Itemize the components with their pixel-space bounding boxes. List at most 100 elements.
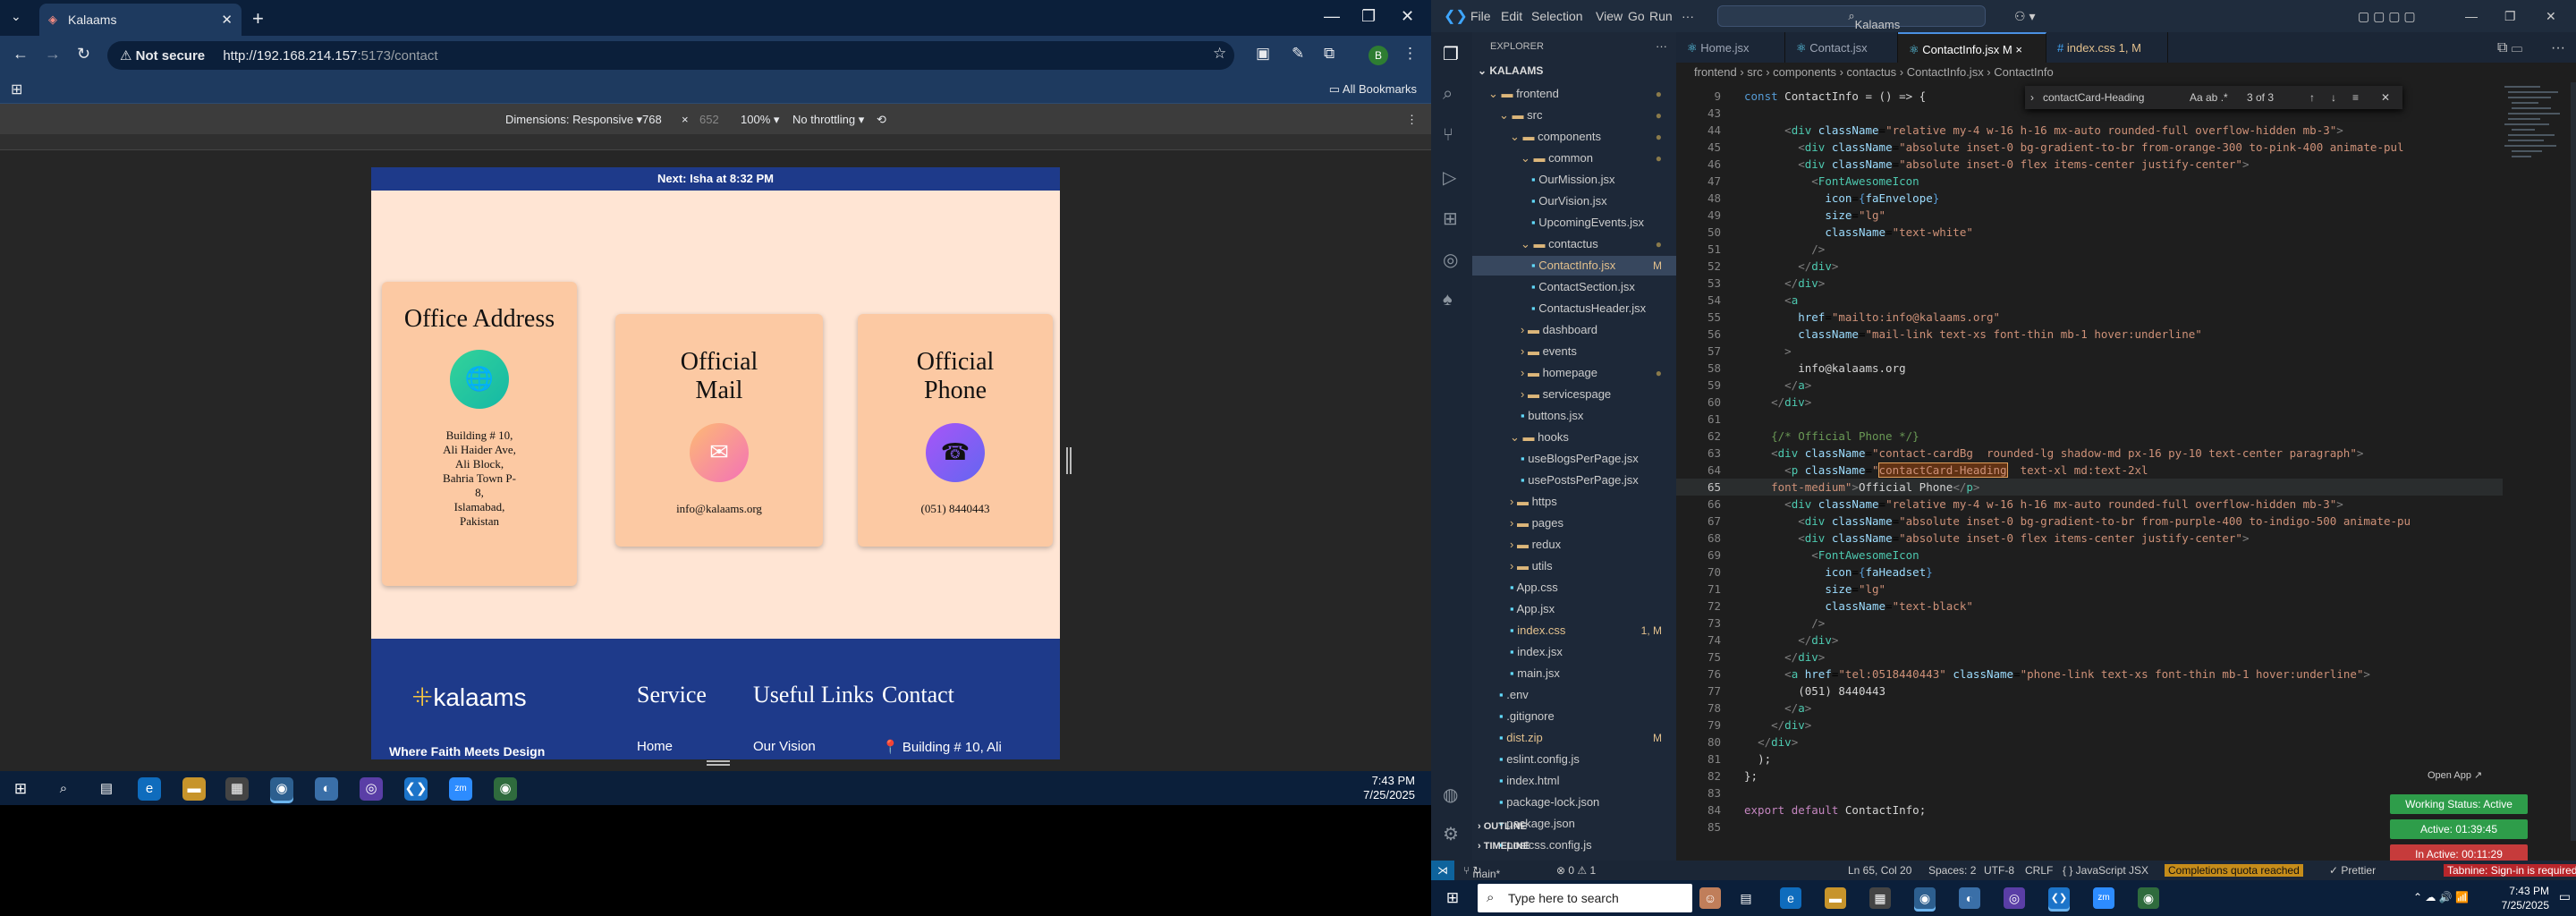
tree-item[interactable]: ⌄ ▬ hooks — [1472, 428, 1676, 447]
width-input[interactable]: 768 — [642, 113, 662, 126]
search-icon[interactable]: ⌕ — [1443, 84, 1453, 105]
menu-file[interactable]: File — [1470, 9, 1491, 23]
forward-icon[interactable]: → — [45, 45, 61, 64]
github-icon[interactable]: ◎ — [360, 777, 383, 801]
height-input[interactable]: 652 — [699, 113, 719, 126]
menu-edit[interactable]: Edit — [1501, 9, 1522, 23]
tree-item[interactable]: ▪ App.jsx — [1472, 599, 1676, 619]
command-center[interactable]: ⌕ Kalaams — [1717, 5, 1986, 31]
zoom-select[interactable]: 100% ▾ — [741, 113, 779, 127]
menu-more[interactable]: ··· — [1682, 9, 1694, 23]
tree-item[interactable]: ▪ index.jsx — [1472, 642, 1676, 662]
reload-icon[interactable]: ↻ — [77, 45, 90, 64]
tab-contactinfo-jsx[interactable]: ⚛ ContactInfo.jsx M × — [1898, 32, 2046, 63]
timeline-section[interactable]: › TIMELINE — [1478, 841, 1530, 852]
file-explorer-icon[interactable]: ▬ — [182, 777, 206, 801]
all-bookmarks[interactable]: ▭ All Bookmarks — [1329, 82, 1417, 97]
scrollbar[interactable] — [2571, 82, 2576, 841]
breadcrumb[interactable]: frontend › src › components › contactus … — [1676, 63, 2576, 82]
app-icon[interactable]: ◐ — [315, 777, 338, 801]
avatar[interactable]: B — [1368, 46, 1388, 65]
tree-item[interactable]: ▪ ContactInfo.jsx M — [1472, 256, 1676, 276]
tree-item[interactable]: ▪ .gitignore — [1472, 707, 1676, 726]
prettier-status[interactable]: ✓ Prettier — [2329, 864, 2376, 877]
footer-link-home[interactable]: Home — [637, 739, 673, 754]
tab-home-jsx[interactable]: ⚛ Home.jsx — [1676, 32, 1785, 63]
copilot-icon[interactable]: ⚇ ▾ — [2014, 9, 2035, 24]
cursor-position[interactable]: Ln 65, Col 20 — [1848, 864, 1911, 877]
maximize-icon[interactable]: ❐ — [2504, 9, 2516, 24]
extension-icon[interactable]: ▣ — [1256, 45, 1270, 63]
tab-index-css[interactable]: # index.css 1, M — [2046, 32, 2168, 63]
app-icon[interactable]: ◐ — [1959, 887, 1980, 909]
copilot-quota[interactable]: Completions quota reached — [2165, 864, 2303, 877]
indentation[interactable]: Spaces: 2 — [1928, 864, 1976, 877]
previous-match-icon[interactable]: ↑ — [2309, 91, 2315, 104]
code-editor[interactable]: 9 const ContactInfo = () => {43 44 <div cl… — [1676, 82, 2503, 841]
split-editor-icon[interactable]: ⧉ ▭ — [2497, 40, 2522, 56]
phone-link[interactable]: (051) 8440443 — [858, 502, 1053, 516]
close-window-icon[interactable]: ✕ — [1401, 7, 1414, 26]
tree-item[interactable]: ▪ ContactSection.jsx — [1472, 277, 1676, 297]
close-tab-icon[interactable]: ✕ — [221, 12, 233, 28]
remote-icon[interactable]: ⋊ — [1431, 861, 1454, 880]
minimize-icon[interactable]: — — [2465, 9, 2478, 23]
git-branch[interactable]: ⑂ main* ↻ — [1463, 864, 1500, 880]
edge-icon[interactable]: e — [1780, 887, 1801, 909]
find-input[interactable]: contactCard-Heading — [2043, 91, 2144, 104]
chrome-alt-icon[interactable]: ◉ — [2138, 887, 2159, 909]
throttle-select[interactable]: No throttling ▾ — [792, 113, 864, 127]
tab-search-icon[interactable]: ⌄ — [11, 9, 21, 24]
open-app-link[interactable]: Open App ↗ — [2428, 769, 2482, 781]
editor-more-icon[interactable]: ··· — [2551, 40, 2565, 56]
bookmark-star-icon[interactable]: ☆ — [1213, 45, 1226, 63]
maximize-icon[interactable]: ❐ — [1361, 7, 1376, 26]
tree-item[interactable]: › ▬ pages — [1472, 513, 1676, 533]
workspace-root[interactable]: ⌄ KALAAMS — [1478, 64, 1543, 77]
pen-icon[interactable]: ✎ — [1292, 45, 1304, 63]
tree-item[interactable]: ⌄ ▬ frontend ● — [1472, 84, 1676, 104]
footer-link-our-vision[interactable]: Our Vision — [753, 739, 816, 754]
tree-item[interactable]: ⌄ ▬ contactus ● — [1472, 234, 1676, 254]
explorer-more-icon[interactable]: ··· — [1656, 39, 1667, 53]
tree-item[interactable]: › ▬ utils — [1472, 556, 1676, 576]
problems-count[interactable]: ⊗ 0 ⚠ 1 — [1556, 864, 1596, 877]
line-ending[interactable]: CRLF — [2025, 864, 2053, 877]
file-explorer-icon[interactable]: ▬ — [1825, 887, 1846, 909]
tree-item[interactable]: › ▬ redux — [1472, 535, 1676, 555]
viewport-resize-handle[interactable] — [1066, 447, 1072, 474]
tree-item[interactable]: ▪ UpcomingEvents.jsx — [1472, 213, 1676, 233]
close-find-icon[interactable]: ✕ — [2381, 91, 2390, 104]
tree-item[interactable]: ▪ dist.zip M — [1472, 728, 1676, 748]
menu-run[interactable]: Run — [1649, 9, 1673, 23]
tabnine-status[interactable]: Tabnine: Sign-in is required — [2444, 864, 2576, 877]
explorer-icon[interactable]: ❐ — [1443, 43, 1459, 65]
tree-item[interactable]: ⌄ ▬ components ● — [1472, 127, 1676, 147]
taskbar-search[interactable]: ⌕ Type here to search — [1478, 884, 1692, 912]
viewport-resize-bottom-handle[interactable] — [707, 760, 730, 766]
github-icon[interactable]: ◎ — [1443, 249, 1458, 271]
tree-item[interactable]: ▪ .env — [1472, 685, 1676, 705]
tree-item[interactable]: ▪ OurVision.jsx — [1472, 191, 1676, 211]
encoding[interactable]: UTF-8 — [1984, 864, 2014, 877]
menu-selection[interactable]: Selection — [1531, 9, 1583, 23]
tree-item[interactable]: ▪ App.css — [1472, 578, 1676, 598]
dimensions-select[interactable]: Dimensions: Responsive ▾ — [505, 113, 642, 127]
new-tab-icon[interactable]: + — [252, 7, 264, 30]
site-logo[interactable]: ꔰkalaams — [411, 683, 527, 713]
outline-section[interactable]: › OUTLINE — [1478, 821, 1527, 832]
close-window-icon[interactable]: ✕ — [2546, 9, 2556, 24]
task-view-icon[interactable]: ▤ — [95, 777, 118, 801]
tree-item[interactable]: ⌄ ▬ src ● — [1472, 106, 1676, 125]
tree-item[interactable]: ▪ main.jsx — [1472, 664, 1676, 683]
zoom-icon[interactable]: zm — [2093, 887, 2114, 909]
tab-contact-jsx[interactable]: ⚛ Contact.jsx — [1785, 32, 1898, 63]
zoom-icon[interactable]: zm — [449, 777, 472, 801]
source-control-icon[interactable]: ⑂ — [1443, 125, 1453, 146]
tree-item[interactable]: ▪ buttons.jsx — [1472, 406, 1676, 426]
chrome-icon[interactable]: ◉ — [270, 777, 293, 801]
store-icon[interactable]: ▦ — [1869, 887, 1891, 909]
find-options[interactable]: Aa ab .* — [2190, 91, 2228, 104]
tray-icons[interactable]: ⌃ ☁ 🔊 📶 — [2413, 891, 2469, 903]
rotate-icon[interactable]: ⟲ — [877, 113, 886, 127]
